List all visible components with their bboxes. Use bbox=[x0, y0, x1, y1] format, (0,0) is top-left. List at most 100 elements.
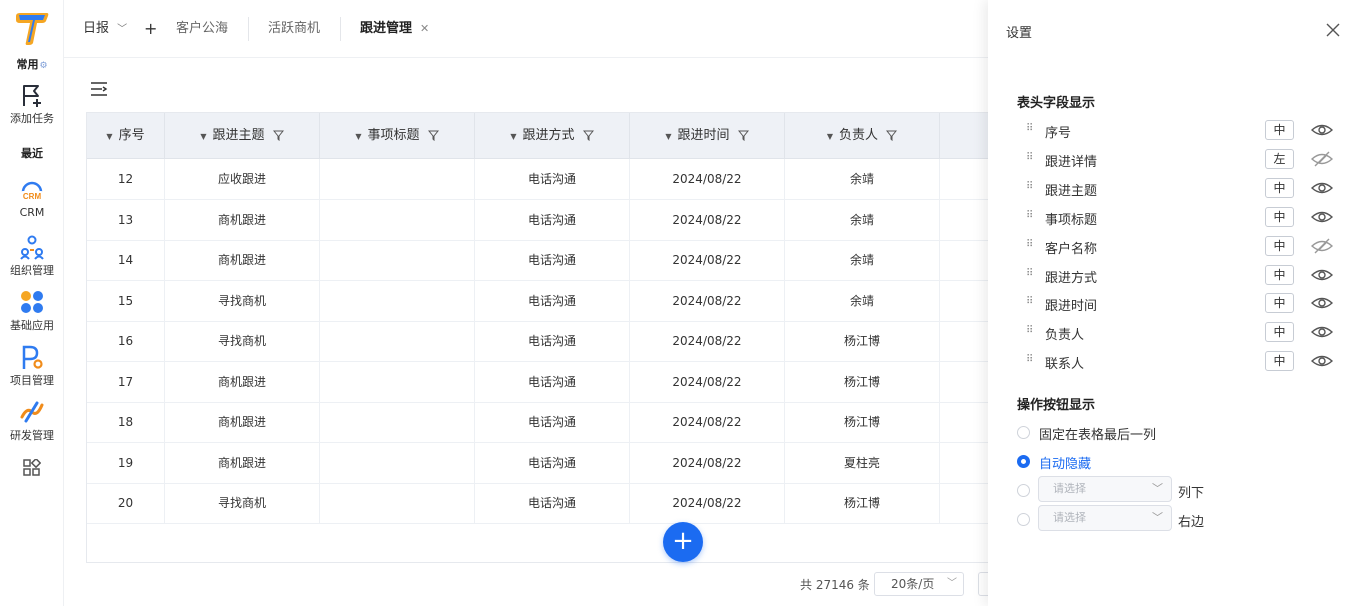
align-toggle-button[interactable]: 中 bbox=[1265, 235, 1294, 256]
table-row[interactable]: 17 商机跟进 电话沟通 2024/08/22 杨江博 bbox=[87, 361, 988, 403]
drag-handle-icon[interactable]: ⠿ bbox=[1026, 239, 1033, 250]
tab-follow-up[interactable]: 跟进管理 ✕ bbox=[360, 0, 429, 58]
eye-icon[interactable] bbox=[1310, 352, 1334, 370]
table-row[interactable]: 20 寻找商机 电话沟通 2024/08/22 杨江博 bbox=[87, 483, 988, 524]
drag-handle-icon[interactable]: ⠿ bbox=[1026, 123, 1033, 134]
add-tab-button[interactable]: + bbox=[144, 0, 157, 58]
tab-daily-report[interactable]: 日报 ﹀ bbox=[83, 0, 127, 58]
rail-item-dev[interactable]: 研发管理 bbox=[0, 399, 64, 443]
option-auto-hide[interactable]: 自动隐藏 bbox=[1017, 451, 1337, 473]
table-row[interactable]: 12 应收跟进 电话沟通 2024/08/22 余靖 bbox=[87, 159, 988, 200]
align-toggle-button[interactable]: 中 bbox=[1265, 206, 1294, 227]
table-row[interactable]: 18 商机跟进 电话沟通 2024/08/22 杨江博 bbox=[87, 402, 988, 443]
eye-icon[interactable] bbox=[1310, 208, 1334, 226]
drag-handle-icon[interactable]: ⠿ bbox=[1026, 152, 1033, 163]
field-row[interactable]: ⠿ 序号 中 bbox=[1026, 120, 1336, 142]
rail-item-project[interactable]: 项目管理 bbox=[0, 344, 64, 388]
align-toggle-button[interactable]: 中 bbox=[1265, 120, 1294, 140]
crm-icon: CRM bbox=[21, 181, 43, 201]
tab-active-opportunities[interactable]: 活跃商机 bbox=[268, 0, 320, 58]
table-row[interactable]: 15 寻找商机 电话沟通 2024/08/22 余靖 bbox=[87, 280, 988, 322]
table-cell bbox=[320, 442, 475, 483]
rail-item-add-task[interactable]: 添加任务 bbox=[0, 82, 64, 126]
sort-caret-icon[interactable]: ▼ bbox=[355, 132, 361, 141]
field-row[interactable]: ⠿ 事项标题 中 bbox=[1026, 206, 1336, 229]
table-row[interactable]: 14 商机跟进 电话沟通 2024/08/22 余靖 bbox=[87, 240, 988, 281]
column-header-topic[interactable]: ▼ 跟进主题 bbox=[165, 113, 320, 159]
align-toggle-button[interactable]: 中 bbox=[1265, 264, 1294, 285]
sort-caret-icon[interactable]: ▼ bbox=[827, 132, 833, 141]
column-header-title[interactable]: ▼ 事项标题 bbox=[320, 113, 475, 159]
right-side-suffix: 右边 bbox=[1178, 515, 1205, 530]
filter-icon[interactable] bbox=[427, 130, 439, 141]
rail-item-org[interactable]: 组织管理 bbox=[0, 234, 64, 278]
eye-icon[interactable] bbox=[1310, 121, 1334, 139]
field-row[interactable]: ⠿ 客户名称 中 bbox=[1026, 235, 1336, 258]
drag-handle-icon[interactable]: ⠿ bbox=[1026, 210, 1033, 221]
field-row[interactable]: ⠿ 跟进详情 左 bbox=[1026, 148, 1336, 171]
below-column-select[interactable]: 请选择 ﹀ bbox=[1038, 476, 1172, 502]
tab-customer-pool[interactable]: 客户公海 bbox=[176, 0, 228, 58]
table-row[interactable]: 16 寻找商机 电话沟通 2024/08/22 杨江博 bbox=[87, 321, 988, 362]
column-header-seq[interactable]: ▼ 序号 bbox=[87, 113, 165, 159]
gear-icon[interactable]: ⚙ bbox=[39, 61, 47, 71]
radio-below-column[interactable] bbox=[1017, 484, 1030, 497]
sort-caret-icon[interactable]: ▼ bbox=[665, 132, 671, 141]
close-icon[interactable] bbox=[1325, 22, 1341, 38]
close-tab-icon[interactable]: ✕ bbox=[420, 22, 429, 35]
column-header-time[interactable]: ▼ 跟进时间 bbox=[630, 113, 785, 159]
column-header-method[interactable]: ▼ 跟进方式 bbox=[475, 113, 630, 159]
align-toggle-button[interactable]: 中 bbox=[1265, 351, 1294, 372]
drag-handle-icon[interactable]: ⠿ bbox=[1026, 325, 1033, 336]
app-logo-icon[interactable] bbox=[14, 12, 50, 46]
eye-icon[interactable] bbox=[1310, 323, 1334, 341]
eye-icon[interactable] bbox=[1310, 179, 1334, 197]
drag-handle-icon[interactable]: ⠿ bbox=[1026, 181, 1033, 192]
eye-off-icon[interactable] bbox=[1310, 237, 1334, 255]
radio-fixed-last[interactable] bbox=[1017, 426, 1030, 439]
eye-off-icon[interactable] bbox=[1310, 150, 1334, 168]
field-row[interactable]: ⠿ 负责人 中 bbox=[1026, 322, 1336, 344]
radio-right-side[interactable] bbox=[1017, 513, 1030, 526]
table-cell: 电话沟通 bbox=[475, 483, 630, 523]
radio-auto-hide[interactable] bbox=[1017, 455, 1030, 468]
filter-icon[interactable] bbox=[737, 130, 749, 141]
eye-icon[interactable] bbox=[1310, 294, 1334, 312]
field-row[interactable]: ⠿ 跟进主题 中 bbox=[1026, 177, 1336, 200]
field-row[interactable]: ⠿ 联系人 中 bbox=[1026, 351, 1336, 373]
more-apps-icon[interactable] bbox=[23, 459, 41, 477]
filter-icon[interactable] bbox=[272, 130, 284, 141]
drag-handle-icon[interactable]: ⠿ bbox=[1026, 268, 1033, 279]
rail-item-basic[interactable]: 基础应用 bbox=[0, 289, 64, 333]
column-header-next[interactable]: ▼ bbox=[940, 113, 988, 159]
filter-icon[interactable] bbox=[886, 130, 898, 141]
table-cell: 电话沟通 bbox=[475, 442, 630, 483]
rail-item-crm[interactable]: CRM CRM bbox=[0, 178, 64, 219]
menu-toggle-icon[interactable] bbox=[90, 80, 108, 98]
option-fixed-last[interactable]: 固定在表格最后一列 bbox=[1017, 422, 1337, 444]
pager-total: 共 27146 条 bbox=[800, 578, 870, 592]
filter-icon[interactable] bbox=[582, 130, 594, 141]
table-cell: 杨江博 bbox=[785, 483, 940, 523]
right-side-select[interactable]: 请选择 ﹀ bbox=[1038, 505, 1172, 531]
align-toggle-button[interactable]: 中 bbox=[1265, 177, 1294, 198]
field-row[interactable]: ⠿ 跟进方式 中 bbox=[1026, 264, 1336, 287]
table-row[interactable]: 19 商机跟进 电话沟通 2024/08/22 夏柱亮 bbox=[87, 442, 988, 484]
option-right-side[interactable]: 请选择 ﹀ 右边 bbox=[1017, 505, 1337, 531]
page-size-select[interactable]: 20条/页 ﹀ bbox=[874, 572, 964, 596]
align-toggle-button[interactable]: 中 bbox=[1265, 293, 1294, 314]
pager-jump-input[interactable] bbox=[978, 572, 988, 596]
align-toggle-button[interactable]: 中 bbox=[1265, 322, 1294, 343]
drag-handle-icon[interactable]: ⠿ bbox=[1026, 354, 1033, 365]
table-row[interactable]: 13 商机跟进 电话沟通 2024/08/22 余靖 bbox=[87, 199, 988, 241]
drag-handle-icon[interactable]: ⠿ bbox=[1026, 296, 1033, 307]
column-header-owner[interactable]: ▼ 负责人 bbox=[785, 113, 940, 159]
field-row[interactable]: ⠿ 跟进时间 中 bbox=[1026, 293, 1336, 315]
add-record-button[interactable]: + bbox=[663, 522, 703, 562]
align-toggle-button[interactable]: 左 bbox=[1265, 148, 1294, 169]
sort-caret-icon[interactable]: ▼ bbox=[510, 132, 516, 141]
sort-caret-icon[interactable]: ▼ bbox=[106, 132, 112, 141]
sort-caret-icon[interactable]: ▼ bbox=[200, 132, 206, 141]
option-below-column[interactable]: 请选择 ﹀ 列下 bbox=[1017, 476, 1337, 502]
eye-icon[interactable] bbox=[1310, 266, 1334, 284]
